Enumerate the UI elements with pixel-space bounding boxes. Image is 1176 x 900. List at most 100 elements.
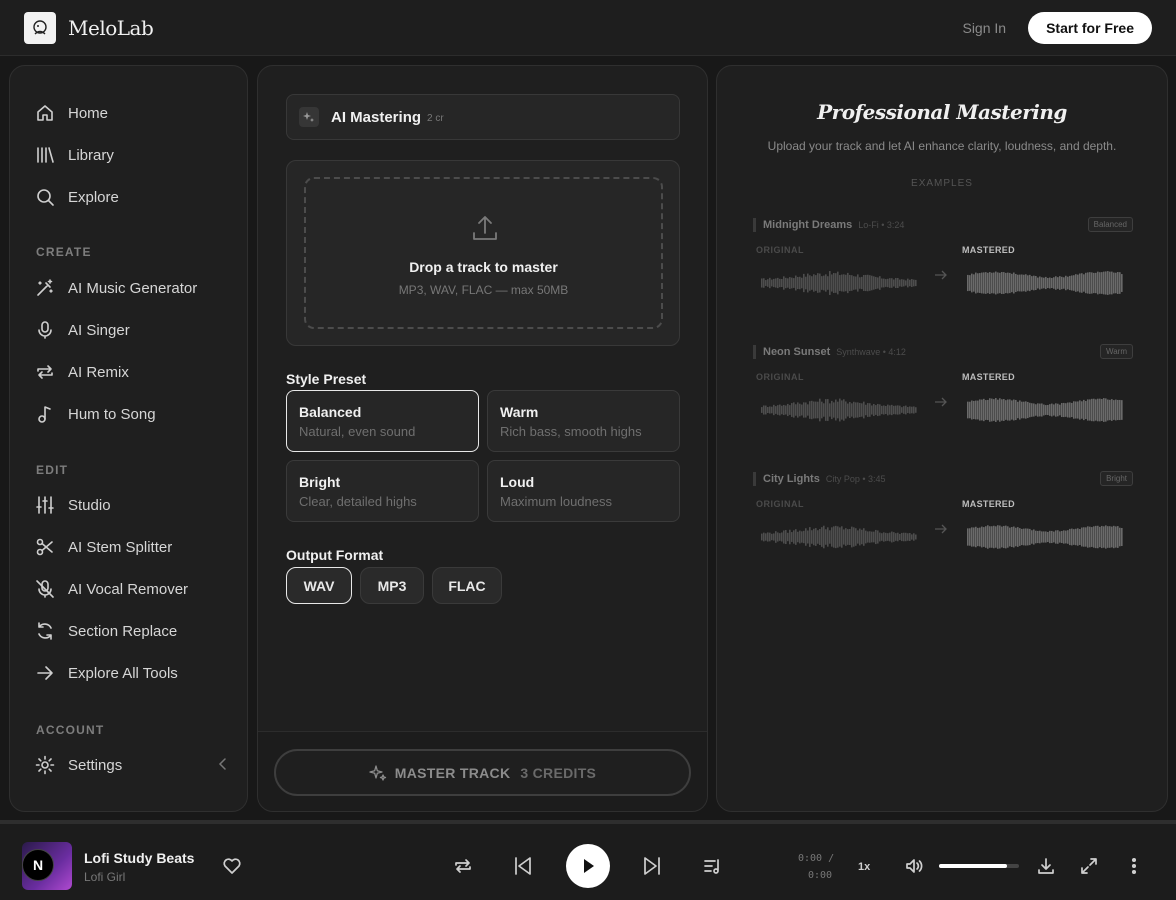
sidebar-item-label: AI Vocal Remover — [68, 580, 189, 598]
waveform-bar — [907, 533, 909, 541]
waveform-bar — [765, 533, 767, 541]
waveform-bar — [781, 279, 783, 287]
waveform-bar — [819, 273, 821, 293]
more-icon[interactable] — [1124, 856, 1144, 881]
master-track-label: MASTER TRACK — [394, 764, 511, 781]
waveform-bar — [975, 272, 977, 294]
sidebar-item-ai-singer[interactable]: AI Singer — [35, 318, 130, 342]
waveform-bar — [1009, 399, 1011, 421]
sidebar-item-explore[interactable]: Explore — [35, 185, 119, 209]
waveform-bar — [1011, 273, 1013, 293]
waveform-bar — [1011, 527, 1013, 547]
preset-loud[interactable]: Loud Maximum loudness — [487, 460, 680, 522]
waveform-bar — [1043, 277, 1045, 289]
repeat-icon[interactable] — [453, 856, 473, 881]
waveform-bar — [1065, 275, 1067, 291]
sidebar-item-library[interactable]: Library — [35, 143, 114, 167]
brand-name[interactable]: MeloLab — [68, 16, 154, 40]
preset-bright[interactable]: Bright Clear, detailed highs — [286, 460, 479, 522]
waveform-bar — [783, 276, 785, 290]
format-mp3-button[interactable]: MP3 — [360, 567, 424, 604]
example-name: Midnight Dreams — [763, 219, 853, 231]
queue-icon[interactable] — [702, 856, 722, 881]
waveform-bar — [861, 529, 863, 545]
sidebar-item-stem-splitter[interactable]: AI Stem Splitter — [35, 535, 172, 559]
preset-warm[interactable]: Warm Rich bass, smooth highs — [487, 390, 680, 452]
master-track-credits: 3 CREDITS — [520, 764, 597, 781]
sidebar-item-settings[interactable]: Settings — [35, 753, 122, 777]
next-icon[interactable] — [641, 855, 663, 882]
time-total: 0:00 — [808, 870, 833, 881]
waveform-bar — [817, 273, 819, 293]
waveform-bar — [831, 527, 833, 547]
sparkle-icon — [299, 107, 319, 127]
waveform-bar — [809, 401, 811, 419]
format-flac-button[interactable]: FLAC — [432, 567, 502, 604]
waveform-bar — [801, 277, 803, 289]
track-artist[interactable]: Lofi Girl — [84, 870, 125, 884]
waveform-bar — [977, 400, 979, 420]
sidebar-item-ai-remix[interactable]: AI Remix — [35, 360, 129, 384]
sidebar-item-hum-to-song[interactable]: Hum to Song — [35, 402, 156, 426]
waveform-bar — [1103, 398, 1105, 422]
play-button[interactable] — [566, 844, 610, 888]
waveform-bar — [835, 525, 837, 549]
sidebar-item-vocal-remover[interactable]: AI Vocal Remover — [35, 577, 188, 601]
waveform-bar — [999, 272, 1001, 294]
heart-icon[interactable] — [222, 856, 242, 881]
playback-speed-button[interactable]: 1x — [858, 861, 870, 873]
sidebar-item-label: AI Stem Splitter — [68, 538, 173, 556]
waveform-bar — [789, 529, 791, 545]
example-card[interactable]: City Lights City Pop • 3:45 Bright ORIGIN… — [753, 471, 1133, 572]
sidebar-item-ai-music-generator[interactable]: AI Music Generator — [35, 276, 197, 300]
sidebar-item-studio[interactable]: Studio — [35, 493, 111, 517]
waveform-bar — [799, 403, 801, 417]
waveform-bar — [967, 274, 969, 292]
download-icon[interactable] — [1036, 856, 1056, 881]
waveform-bar — [809, 275, 811, 291]
waveform-bar — [799, 530, 801, 544]
previous-icon[interactable] — [512, 855, 534, 882]
waveform-bar — [1003, 272, 1005, 294]
volume-slider[interactable] — [939, 864, 1019, 868]
waveform-bar — [1059, 404, 1061, 416]
sidebar-item-section-replace[interactable]: Section Replace — [35, 619, 177, 643]
chevron-left-icon[interactable] — [217, 757, 229, 771]
waveform-bar — [1035, 275, 1037, 291]
logo-icon[interactable] — [24, 11, 56, 44]
drop-zone-container: Drop a track to master MP3, WAV, FLAC — … — [286, 160, 680, 346]
section-title-account: ACCOUNT — [36, 723, 105, 737]
waveform-bar — [989, 398, 991, 422]
sidebar-item-home[interactable]: Home — [35, 101, 108, 125]
waveform-bar — [863, 275, 865, 291]
track-title[interactable]: Lofi Study Beats — [84, 850, 194, 866]
waveform-bar — [905, 280, 907, 286]
waveform-bar — [913, 279, 915, 287]
waveform-bar — [1083, 274, 1085, 292]
waveform-bar — [1105, 271, 1107, 295]
start-free-button[interactable]: Start for Free — [1028, 11, 1152, 44]
waveform-bar — [895, 405, 897, 415]
waveform-bar — [1027, 401, 1029, 419]
preset-balanced[interactable]: Balanced Natural, even sound — [286, 390, 479, 452]
waveform-bar — [787, 278, 789, 288]
master-track-button[interactable]: MASTER TRACK 3 CREDITS — [274, 749, 691, 796]
waveform-bar — [1039, 403, 1041, 417]
volume-icon[interactable] — [904, 856, 924, 881]
expand-icon[interactable] — [1079, 856, 1099, 881]
waveform-bar — [895, 533, 897, 541]
waveform-bar — [847, 403, 849, 417]
waveform-bar — [783, 530, 785, 544]
waveform-bar — [1005, 525, 1007, 549]
example-card[interactable]: Neon Sunset Synthwave • 4:12 Warm ORIGINA… — [753, 344, 1133, 445]
waveform-bar — [1029, 402, 1031, 418]
arrow-right-icon — [935, 524, 947, 534]
format-wav-button[interactable]: WAV — [286, 567, 352, 604]
drop-zone[interactable]: Drop a track to master MP3, WAV, FLAC — … — [304, 177, 663, 329]
waveform-bar — [1053, 404, 1055, 416]
waveform-bar — [1093, 526, 1095, 548]
sidebar-item-explore-all-tools[interactable]: Explore All Tools — [35, 661, 178, 685]
track-cover[interactable]: N — [22, 842, 72, 890]
example-card[interactable]: Midnight Dreams Lo-Fi • 3:24 Balanced ORI… — [753, 217, 1133, 318]
sign-in-link[interactable]: Sign In — [962, 20, 1006, 36]
